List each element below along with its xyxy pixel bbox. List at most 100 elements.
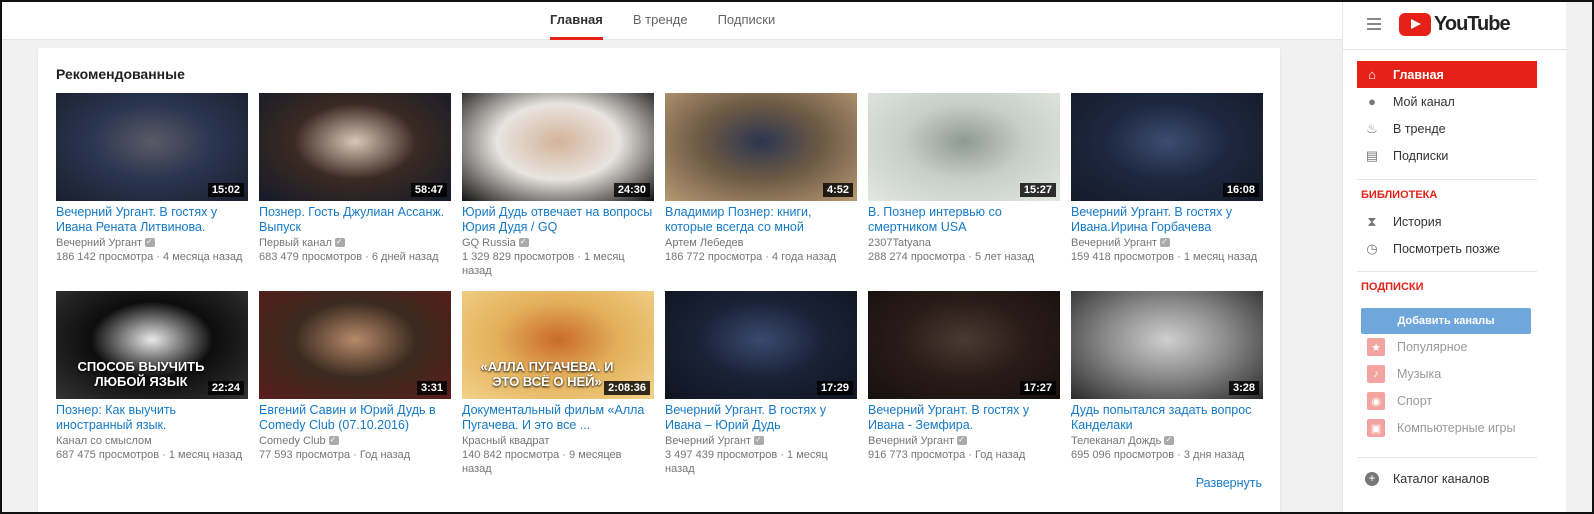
video-title[interactable]: Вечерний Ургант. В гостях у Ивана Рената… (56, 205, 248, 235)
sidebar-item-my-channel[interactable]: ● Мой канал (1357, 88, 1537, 115)
sub-item-sport[interactable]: ◉ Спорт (1367, 390, 1432, 412)
video-channel[interactable]: 2307Tatyana (868, 236, 1060, 250)
video-tile[interactable]: 3:28 Дудь попытался задать вопрос Кандел… (1071, 291, 1263, 489)
sub-item-games[interactable]: ▣ Компьютерные игры (1367, 417, 1516, 439)
verified-icon (1160, 235, 1171, 249)
video-title[interactable]: В. Познер интервью со смертником USA (868, 205, 1060, 235)
channel-name[interactable]: Телеканал Дождь (1071, 435, 1161, 447)
video-title[interactable]: Познер: Как выучить иностранный язык. (56, 403, 248, 433)
video-title[interactable]: Вечерний Ургант. В гостях у Ивана.Ирина … (1071, 205, 1263, 235)
video-title[interactable]: Юрий Дудь отвечает на вопросы Юрия Дудя … (462, 205, 654, 235)
channel-name[interactable]: Вечерний Ургант (56, 237, 142, 249)
channel-name[interactable]: GQ Russia (462, 237, 516, 249)
channel-name[interactable]: Вечерний Ургант (868, 435, 954, 447)
video-thumbnail[interactable]: 58:47 (259, 93, 451, 201)
video-channel[interactable]: Вечерний Ургант (1071, 235, 1263, 250)
sidebar-item-history[interactable]: ⧗ История (1357, 208, 1537, 235)
video-channel[interactable]: Вечерний Ургант (868, 433, 1060, 448)
video-channel[interactable]: Comedy Club (259, 433, 451, 448)
video-thumbnail[interactable]: 4:52 (665, 93, 857, 201)
video-thumbnail[interactable]: «АЛЛА ПУГАЧЕВА. И ЭТО ВСЁ О НЕЙ» 2:08:36 (462, 291, 654, 399)
video-channel[interactable]: GQ Russia (462, 235, 654, 250)
video-duration: 16:08 (1222, 183, 1259, 197)
music-icon: ♪ (1367, 365, 1385, 383)
video-thumbnail[interactable]: 17:27 (868, 291, 1060, 399)
sub-item-label: Спорт (1397, 394, 1433, 408)
star-icon: ★ (1367, 338, 1385, 356)
video-channel[interactable]: Вечерний Ургант (665, 433, 857, 448)
video-title[interactable]: Познер. Гость Джулиан Ассанж. Выпуск (259, 205, 451, 235)
video-title[interactable]: Документальный фильм «Алла Пугачева. И э… (462, 403, 654, 433)
tab-subscriptions[interactable]: Подписки (718, 2, 776, 40)
sidebar-item-label: Посмотреть позже (1393, 241, 1501, 256)
video-tile[interactable]: СПОСОБ ВЫУЧИТЬ ЛЮБОЙ ЯЗЫК 22:24 Познер: … (56, 291, 248, 489)
view-count: 140 842 просмотра (462, 449, 560, 461)
sidebar-item-home[interactable]: ⌂ Главная (1357, 61, 1537, 88)
subscriptions-icon: ▤ (1365, 147, 1379, 163)
sidebar-item-catalog[interactable]: + Каталог каналов (1357, 465, 1537, 492)
upload-age: 1 месяц назад (168, 449, 243, 461)
channel-name[interactable]: Первый канал (259, 237, 332, 249)
verified-icon (957, 433, 968, 447)
upload-age: 3 дня назад (1183, 449, 1245, 461)
video-title[interactable]: Евгений Савин и Юрий Дудь в Comedy Club … (259, 403, 451, 433)
video-meta: 159 418 просмотров · 1 месяц назад (1071, 251, 1258, 263)
video-channel[interactable]: Красный квадрат (462, 434, 654, 448)
verified-icon (754, 433, 765, 447)
video-meta: 186 142 просмотра · 4 месяца назад (56, 251, 243, 263)
video-tile[interactable]: 17:29 Вечерний Ургант. В гостях у Ивана … (665, 291, 857, 489)
channel-name[interactable]: Вечерний Ургант (1071, 237, 1157, 249)
video-duration: 17:27 (1019, 381, 1056, 395)
video-tile[interactable]: 15:27 В. Познер интервью со смертником U… (868, 93, 1060, 291)
channel-name[interactable]: Красный квадрат (462, 435, 549, 447)
show-more-link[interactable]: Развернуть (1196, 476, 1262, 490)
video-tile[interactable]: «АЛЛА ПУГАЧЕВА. И ЭТО ВСЁ О НЕЙ» 2:08:36… (462, 291, 654, 489)
video-channel[interactable]: Вечерний Ургант (56, 235, 248, 250)
video-tile[interactable]: 4:52 Владимир Познер: книги, которые все… (665, 93, 857, 291)
video-tile[interactable]: 15:02 Вечерний Ургант. В гостях у Ивана … (56, 93, 248, 291)
video-meta: 683 479 просмотров · 6 дней назад (259, 251, 439, 263)
sidebar-item-trending[interactable]: ♨ В тренде (1357, 115, 1537, 142)
video-channel[interactable]: Канал со смыслом (56, 434, 248, 448)
video-thumbnail[interactable]: 15:27 (868, 93, 1060, 201)
video-thumbnail[interactable]: СПОСОБ ВЫУЧИТЬ ЛЮБОЙ ЯЗЫК 22:24 (56, 291, 248, 399)
channel-name[interactable]: Вечерний Ургант (665, 435, 751, 447)
video-title[interactable]: Вечерний Ургант. В гостях у Ивана - Земф… (868, 403, 1060, 433)
verified-icon (145, 235, 156, 249)
video-tile[interactable]: 24:30 Юрий Дудь отвечает на вопросы Юрия… (462, 93, 654, 291)
video-tile[interactable]: 58:47 Познер. Гость Джулиан Ассанж. Выпу… (259, 93, 451, 291)
video-title[interactable]: Дудь попытался задать вопрос Канделаки (1071, 403, 1263, 433)
video-tile[interactable]: 3:31 Евгений Савин и Юрий Дудь в Comedy … (259, 291, 451, 489)
channel-name[interactable]: Артем Лебедев (665, 237, 744, 249)
video-thumbnail[interactable]: 15:02 (56, 93, 248, 201)
sub-item-label: Популярное (1397, 340, 1468, 354)
video-thumbnail[interactable]: 16:08 (1071, 93, 1263, 201)
channel-name[interactable]: Канал со смыслом (56, 435, 152, 447)
sidebar-item-subscriptions[interactable]: ▤ Подписки (1357, 142, 1537, 169)
plus-circle-icon: + (1365, 471, 1379, 486)
video-meta: 288 274 просмотра · 5 лет назад (868, 251, 1035, 263)
channel-name[interactable]: Comedy Club (259, 435, 326, 447)
add-channels-button[interactable]: Добавить каналы (1361, 308, 1531, 334)
youtube-logo[interactable]: YouTube (1399, 13, 1511, 36)
tab-trending[interactable]: В тренде (633, 2, 688, 40)
video-thumbnail[interactable]: 17:29 (665, 291, 857, 399)
channel-name[interactable]: 2307Tatyana (868, 237, 931, 249)
video-duration: 17:29 (816, 381, 853, 395)
tab-home[interactable]: Главная (550, 2, 603, 40)
video-tile[interactable]: 17:27 Вечерний Ургант. В гостях у Ивана … (868, 291, 1060, 489)
hourglass-icon: ⧗ (1367, 213, 1377, 229)
menu-icon[interactable] (1367, 18, 1381, 30)
sub-item-popular[interactable]: ★ Популярное (1367, 336, 1468, 358)
video-title[interactable]: Владимир Познер: книги, которые всегда с… (665, 205, 857, 235)
sidebar-item-watch-later[interactable]: ◷ Посмотреть позже (1357, 235, 1537, 262)
video-title[interactable]: Вечерний Ургант. В гостях у Ивана – Юрий… (665, 403, 857, 433)
video-thumbnail[interactable]: 3:28 (1071, 291, 1263, 399)
sub-item-music[interactable]: ♪ Музыка (1367, 363, 1441, 385)
video-thumbnail[interactable]: 24:30 (462, 93, 654, 201)
video-channel[interactable]: Первый канал (259, 235, 451, 250)
video-channel[interactable]: Телеканал Дождь (1071, 433, 1263, 448)
video-tile[interactable]: 16:08 Вечерний Ургант. В гостях у Ивана.… (1071, 93, 1263, 291)
video-thumbnail[interactable]: 3:31 (259, 291, 451, 399)
video-channel[interactable]: Артем Лебедев (665, 236, 857, 250)
